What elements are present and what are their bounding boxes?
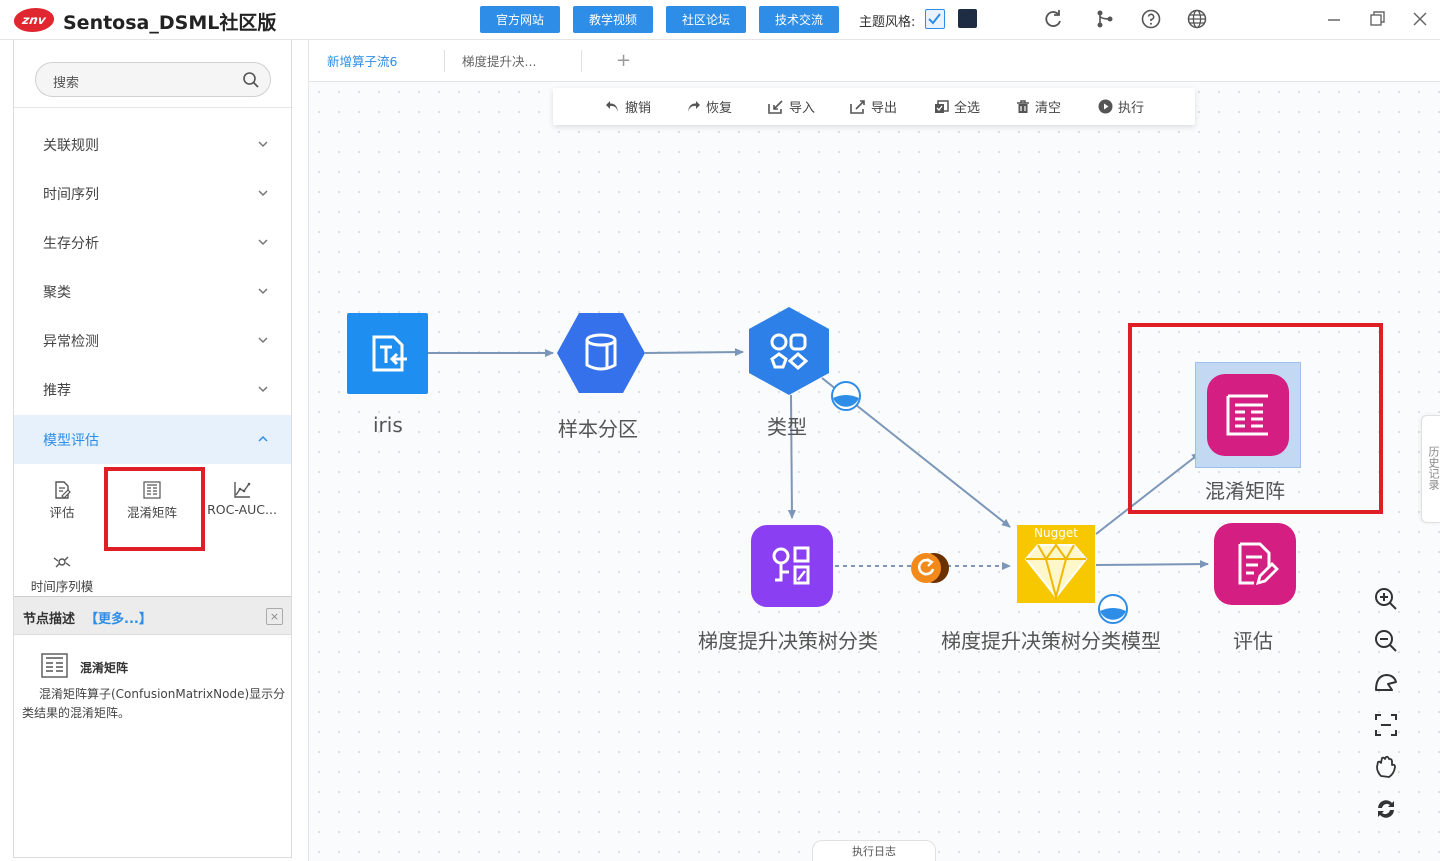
flow-node-iris[interactable] [347,313,428,394]
flow-node-type[interactable] [749,307,829,395]
diamond-icon [1024,543,1088,599]
edge-sample-type[interactable] [644,348,744,357]
flow-node-label: 梯度提升决策树分类模型 [941,629,1161,653]
flow-node-label: iris [373,413,403,437]
reset-icon[interactable] [1373,796,1399,822]
hand-icon[interactable] [1373,754,1399,780]
refresh-model-icon[interactable] [906,551,952,585]
flow-node-label: 评估 [1233,629,1273,653]
flow-node-gbdt-classifier[interactable] [751,525,833,607]
execution-log-tab[interactable]: 执行日志 [812,840,936,861]
zoom-out-icon[interactable] [1373,628,1399,654]
history-panel-tab[interactable]: 历史记录 [1421,415,1440,523]
evaluate-icon [1238,542,1279,586]
flow-node-label: 类型 [767,415,807,439]
edge-model-evaluate[interactable] [1095,560,1209,569]
zoom-in-icon[interactable] [1373,586,1399,612]
flow-node-evaluate[interactable] [1214,523,1296,605]
pan-icon[interactable] [1373,670,1399,696]
flow-node-label: 样本分区 [558,417,638,441]
flow-node-label: 梯度提升决策树分类 [698,629,878,653]
edge-status-dot [831,381,861,411]
model-status-dot [1098,594,1128,624]
classifier-icon [772,546,810,585]
flow-node-sample-partition[interactable] [557,313,645,393]
fit-screen-icon[interactable] [1373,712,1399,738]
highlight-box-flow-node [1128,323,1383,514]
flow-node-gbdt-model[interactable]: Nugget [1017,525,1095,603]
history-tab-label: 历史记录 [1427,446,1440,490]
text-file-input-icon [372,335,407,372]
nugget-badge: Nugget [1034,526,1078,540]
